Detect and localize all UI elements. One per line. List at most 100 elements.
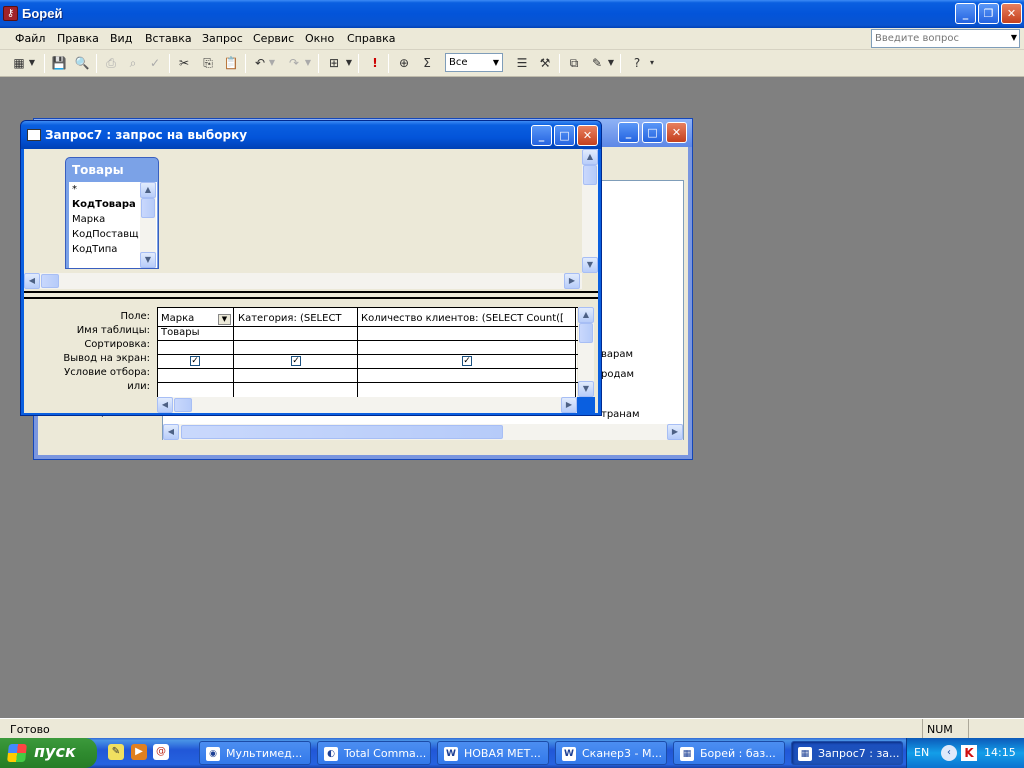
scroll-down-icon[interactable]: ▼ bbox=[582, 257, 598, 273]
show-checkbox[interactable]: ✓ bbox=[291, 356, 301, 366]
scroll-left-icon[interactable]: ◀ bbox=[24, 273, 40, 289]
chevron-down-icon[interactable]: ▼ bbox=[1011, 33, 1017, 42]
scroll-right-icon[interactable]: ▶ bbox=[667, 424, 683, 440]
help-icon[interactable]: ? bbox=[628, 54, 646, 72]
query-window-title-bar[interactable]: Запрос7 : запрос на выборку _ □ ✕ bbox=[21, 121, 601, 149]
scroll-up-icon[interactable]: ▲ bbox=[582, 149, 598, 165]
paste-icon[interactable]: 📋 bbox=[222, 54, 240, 72]
menu-window[interactable]: Окно bbox=[305, 32, 334, 45]
redo-icon[interactable]: ↷ bbox=[285, 54, 303, 72]
scroll-up-icon[interactable]: ▲ bbox=[578, 307, 594, 323]
field-cell[interactable]: Категория: (SELECT bbox=[238, 313, 356, 324]
field-item[interactable]: КодТовара bbox=[72, 199, 136, 210]
db-close-button[interactable]: ✕ bbox=[666, 122, 687, 143]
task-button[interactable]: W НОВАЯ МЕТ... bbox=[437, 741, 549, 765]
start-button[interactable]: пуск bbox=[0, 738, 97, 768]
scroll-down-icon[interactable]: ▼ bbox=[140, 252, 156, 268]
table-pane[interactable]: Товары * КодТовара Марка КодПоставщ КодТ… bbox=[24, 149, 598, 291]
kaspersky-icon[interactable]: K bbox=[961, 745, 977, 761]
new-object-icon[interactable]: ✎ bbox=[588, 54, 606, 72]
copy-icon[interactable]: ⎘ bbox=[199, 54, 217, 72]
field-item[interactable]: КодПоставщ bbox=[72, 229, 139, 240]
field-list-vscrollbar[interactable]: ▲ ▼ bbox=[140, 182, 156, 268]
toolbar-options-icon[interactable]: ▾ bbox=[647, 54, 657, 72]
task-button[interactable]: W Сканер3 - М... bbox=[555, 741, 667, 765]
field-cell[interactable]: Количество клиентов: (SELECT Count([ bbox=[361, 313, 575, 324]
query-design-window[interactable]: Запрос7 : запрос на выборку _ □ ✕ Товары… bbox=[20, 120, 602, 416]
list-item[interactable]: варам bbox=[601, 349, 633, 360]
scroll-left-icon[interactable]: ◀ bbox=[163, 424, 179, 440]
query-close-button[interactable]: ✕ bbox=[577, 125, 598, 146]
task-button[interactable]: ▦ Борей : баз... bbox=[673, 741, 785, 765]
query-type-icon[interactable]: ⊞ bbox=[325, 54, 343, 72]
minimize-button[interactable]: _ bbox=[955, 3, 976, 24]
pane-splitter[interactable] bbox=[24, 291, 598, 299]
scroll-thumb[interactable] bbox=[174, 398, 192, 412]
scroll-right-icon[interactable]: ▶ bbox=[564, 273, 580, 289]
query-design-grid[interactable]: Марка ▼ Категория: (SELECT Количество кл… bbox=[157, 307, 594, 397]
show-checkbox[interactable]: ✓ bbox=[462, 356, 472, 366]
scroll-thumb[interactable] bbox=[41, 274, 59, 288]
task-button[interactable]: ◐ Total Comma... bbox=[317, 741, 431, 765]
view-icon[interactable]: ▦ bbox=[10, 54, 28, 72]
print-preview-icon[interactable]: ⌕ bbox=[124, 54, 142, 72]
ask-question-box[interactable]: ▼ bbox=[871, 29, 1020, 48]
view-dropdown-icon[interactable]: ▼ bbox=[27, 54, 37, 72]
menu-insert[interactable]: Вставка bbox=[145, 32, 192, 45]
show-checkbox[interactable]: ✓ bbox=[190, 356, 200, 366]
spelling-icon[interactable]: ✓ bbox=[146, 54, 164, 72]
menu-help[interactable]: Справка bbox=[347, 32, 395, 45]
list-item[interactable]: родам bbox=[601, 369, 634, 380]
table-field-list[interactable]: Товары * КодТовара Марка КодПоставщ КодТ… bbox=[65, 157, 159, 269]
menu-query[interactable]: Запрос bbox=[202, 32, 243, 45]
show-table-icon[interactable]: ⊕ bbox=[395, 54, 413, 72]
show-hidden-icons-icon[interactable]: ‹ bbox=[941, 745, 957, 761]
language-indicator[interactable]: EN bbox=[914, 746, 929, 759]
database-window-icon[interactable]: ⧉ bbox=[565, 54, 583, 72]
table-pane-hscrollbar[interactable]: ◀ ▶ bbox=[24, 273, 582, 289]
menu-file[interactable]: Файл bbox=[15, 32, 45, 45]
scroll-down-icon[interactable]: ▼ bbox=[578, 381, 594, 397]
close-button[interactable]: ✕ bbox=[1001, 3, 1022, 24]
build-icon[interactable]: ⚒ bbox=[536, 54, 554, 72]
field-item[interactable]: КодТипа bbox=[72, 244, 117, 255]
search-icon[interactable]: 🔍 bbox=[73, 54, 91, 72]
scroll-up-icon[interactable]: ▲ bbox=[140, 182, 156, 198]
task-button[interactable]: ◉ Мультимед... bbox=[199, 741, 311, 765]
menu-edit[interactable]: Правка bbox=[57, 32, 99, 45]
chevron-down-icon[interactable]: ▼ bbox=[218, 314, 231, 325]
redo-dropdown-icon[interactable]: ▼ bbox=[303, 54, 313, 72]
media-player-icon[interactable]: ▶ bbox=[131, 744, 147, 760]
scroll-thumb[interactable] bbox=[583, 165, 597, 185]
scroll-thumb[interactable] bbox=[141, 198, 155, 218]
save-icon[interactable]: 💾 bbox=[50, 54, 68, 72]
grid-hscrollbar[interactable]: ◀ ▶ bbox=[157, 397, 577, 413]
top-values-combo[interactable]: Все ▼ bbox=[445, 53, 503, 72]
scroll-thumb[interactable] bbox=[579, 323, 593, 343]
scroll-left-icon[interactable]: ◀ bbox=[157, 397, 173, 413]
scroll-thumb[interactable] bbox=[181, 425, 503, 439]
field-cell[interactable]: Марка bbox=[161, 313, 217, 324]
scroll-right-icon[interactable]: ▶ bbox=[561, 397, 577, 413]
query-grid-pane[interactable]: Поле: Имя таблицы: Сортировка: Вывод на … bbox=[24, 299, 598, 413]
field-item[interactable]: * bbox=[72, 184, 77, 195]
new-object-dropdown-icon[interactable]: ▼ bbox=[606, 54, 616, 72]
list-item[interactable]: транам bbox=[601, 409, 640, 420]
print-icon[interactable]: ⎙ bbox=[102, 54, 120, 72]
db-maximize-button[interactable]: □ bbox=[642, 122, 663, 143]
field-list[interactable]: * КодТовара Марка КодПоставщ КодТипа ▲ ▼ bbox=[69, 182, 157, 268]
table-cell[interactable]: Товары bbox=[161, 327, 231, 338]
query-type-dropdown-icon[interactable]: ▼ bbox=[344, 54, 354, 72]
table-pane-vscrollbar[interactable]: ▲ ▼ bbox=[582, 149, 598, 273]
properties-icon[interactable]: ☰ bbox=[513, 54, 531, 72]
quick-launch-icon[interactable]: ✎ bbox=[108, 744, 124, 760]
browser-icon[interactable]: @ bbox=[153, 744, 169, 760]
run-icon[interactable]: ! bbox=[366, 54, 384, 72]
menu-view[interactable]: Вид bbox=[110, 32, 132, 45]
objects-hscrollbar[interactable]: ◀ ▶ bbox=[163, 424, 683, 440]
task-button-active[interactable]: ▦ Запрос7 : за... bbox=[791, 741, 903, 765]
chevron-down-icon[interactable]: ▼ bbox=[493, 58, 499, 67]
restore-button[interactable]: ❐ bbox=[978, 3, 999, 24]
field-item[interactable]: Марка bbox=[72, 214, 105, 225]
totals-icon[interactable]: Σ bbox=[418, 54, 436, 72]
